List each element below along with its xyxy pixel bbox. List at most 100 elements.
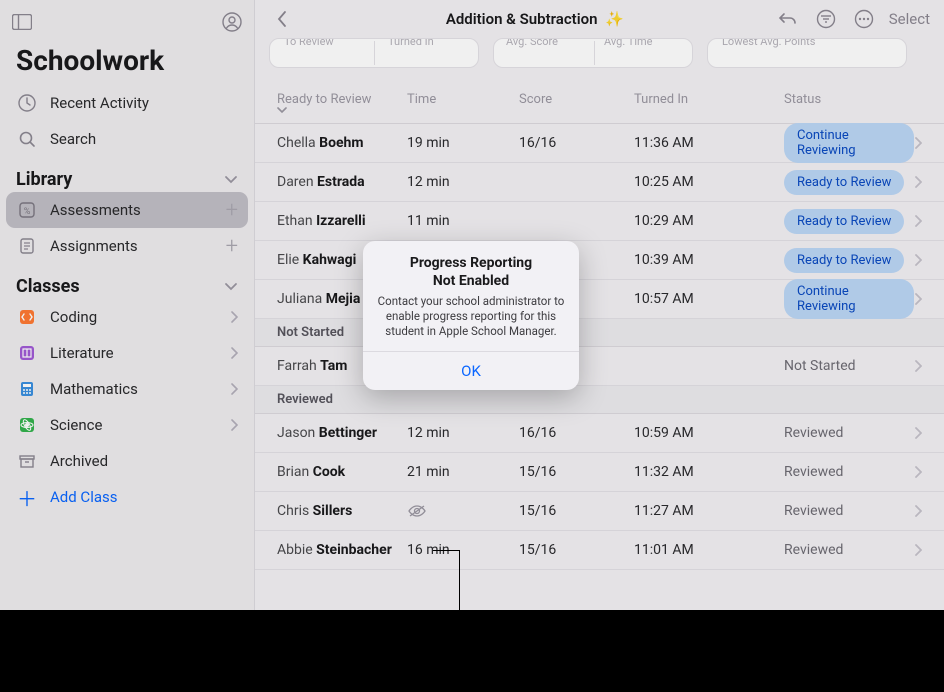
sidebar-item-label: Literature (50, 344, 114, 362)
table-row[interactable]: Ethan Izzarelli11 min10:29 AMReady to Re… (255, 202, 944, 241)
filter-button[interactable] (813, 6, 839, 32)
assignments-icon (16, 237, 38, 255)
status-cell: Not Started (784, 358, 914, 374)
back-button[interactable] (269, 6, 295, 32)
chevron-right-icon (230, 383, 238, 395)
student-name: Chella Boehm (277, 135, 407, 151)
card-label: Avg. Score (506, 38, 558, 48)
status-cell: Reviewed (784, 503, 914, 519)
sidebar-item-label: Recent Activity (50, 94, 149, 112)
status-text: Reviewed (784, 464, 843, 480)
modal-ok-button[interactable]: OK (363, 351, 579, 390)
modal-title: Progress Reporting Not Enabled (377, 255, 565, 290)
sidebar-section-classes[interactable]: Classes (0, 264, 254, 299)
status-pill[interactable]: Continue Reviewing (784, 279, 914, 319)
chevron-right-icon (914, 137, 922, 149)
sidebar-item-label: Science (50, 416, 102, 434)
add-assignment-icon[interactable]: + (226, 234, 238, 259)
sidebar-item-label: Assignments (50, 237, 138, 255)
chevron-right-icon (914, 466, 922, 478)
sidebar-item-mathematics[interactable]: Mathematics (0, 371, 254, 407)
sidebar-item-search[interactable]: Search (0, 121, 254, 157)
table-header-status[interactable]: Status (784, 92, 922, 115)
chevron-right-icon (914, 215, 922, 227)
sidebar-item-literature[interactable]: Literature (0, 335, 254, 371)
chevron-down-icon (224, 175, 238, 185)
sidebar-item-coding[interactable]: Coding (0, 299, 254, 335)
add-assessment-icon[interactable]: + (226, 198, 238, 223)
sidebar-item-label: Add Class (50, 488, 117, 506)
table-row[interactable]: Jason Bettinger12 min16/1610:59 AMReview… (255, 414, 944, 453)
account-icon[interactable] (222, 12, 242, 32)
table-row[interactable]: Abbie Steinbacher16 min15/1611:01 AMRevi… (255, 531, 944, 570)
sidebar-add-class[interactable]: ＋ Add Class (0, 479, 254, 515)
student-name: Chris Sillers (277, 503, 407, 519)
chevron-right-icon (914, 544, 922, 556)
score-cell: 16/16 (519, 135, 634, 151)
summary-cards: To Review Turned In Avg. Score Avg. Time… (255, 38, 944, 68)
modal-title-line: Not Enabled (433, 273, 509, 289)
search-icon (16, 130, 38, 148)
chevron-right-icon (230, 347, 238, 359)
main-panel: Addition & Subtraction ✨ Select To Revie… (255, 0, 944, 610)
table-section-not-started: Farrah TamNot Started (255, 347, 944, 386)
science-icon (16, 416, 38, 434)
table-header-time[interactable]: Time (407, 92, 519, 115)
status-pill[interactable]: Ready to Review (784, 209, 904, 234)
table-row[interactable]: Daren Estrada12 min10:25 AMReady to Revi… (255, 163, 944, 202)
status-text: Reviewed (784, 503, 843, 519)
page-title-text: Addition & Subtraction (446, 10, 598, 28)
table-row[interactable]: Chris Sillers 15/1611:27 AMReviewed (255, 492, 944, 531)
status-pill[interactable]: Continue Reviewing (784, 123, 914, 163)
sidebar-section-library[interactable]: Library (0, 157, 254, 192)
table-row[interactable]: Juliana Mejia10:57 AMContinue Reviewing (255, 280, 944, 319)
status-cell: Ready to Review (784, 248, 914, 273)
summary-card-averages[interactable]: Avg. Score Avg. Time (493, 38, 693, 68)
chevron-down-icon (277, 107, 407, 115)
table-header-score[interactable]: Score (519, 92, 634, 115)
modal-message: Contact your school administrator to ena… (377, 294, 565, 339)
table-row[interactable]: Farrah TamNot Started (255, 347, 944, 386)
turned-in-cell: 10:25 AM (634, 174, 784, 190)
assessments-icon: % (16, 201, 38, 219)
sidebar: Schoolwork Recent Activity Search Librar… (0, 0, 255, 610)
annotation-line (459, 550, 460, 610)
sidebar-item-science[interactable]: Science (0, 407, 254, 443)
status-text: Not Started (784, 358, 856, 374)
score-cell: 15/16 (519, 464, 634, 480)
table-header-ready[interactable]: Ready to Review (277, 92, 407, 115)
modal-title-line: Progress Reporting (410, 255, 532, 271)
undo-button[interactable] (775, 6, 801, 32)
table-header-turned[interactable]: Turned In (634, 92, 784, 115)
sidebar-item-recent-activity[interactable]: Recent Activity (0, 85, 254, 121)
header-label: Ready to Review (277, 92, 371, 107)
plus-icon: ＋ (16, 483, 38, 512)
sidebar-toggle-icon[interactable] (12, 14, 32, 30)
student-name: Abbie Steinbacher (277, 542, 407, 558)
sidebar-item-assignments[interactable]: Assignments + (0, 228, 254, 264)
sidebar-item-label: Search (50, 130, 96, 148)
sparkle-icon: ✨ (605, 10, 624, 28)
student-name: Jason Bettinger (277, 425, 407, 441)
more-button[interactable] (851, 6, 877, 32)
summary-card-review[interactable]: To Review Turned In (269, 38, 479, 68)
sidebar-item-assessments[interactable]: % Assessments + (6, 192, 248, 228)
status-pill[interactable]: Ready to Review (784, 248, 904, 273)
sidebar-item-label: Mathematics (50, 380, 138, 398)
table-row[interactable]: Chella Boehm19 min16/1611:36 AMContinue … (255, 124, 944, 163)
score-cell: 15/16 (519, 503, 634, 519)
turned-in-cell: 11:27 AM (634, 503, 784, 519)
status-pill[interactable]: Ready to Review (784, 170, 904, 195)
select-button[interactable]: Select (889, 10, 930, 28)
time-cell: 21 min (407, 464, 519, 480)
sidebar-item-label: Assessments (50, 201, 141, 219)
status-cell: Ready to Review (784, 209, 914, 234)
table-row[interactable]: Elie Kahwagi10:39 AMReady to Review (255, 241, 944, 280)
time-cell (407, 504, 519, 518)
turned-in-cell: 10:29 AM (634, 213, 784, 229)
table-row[interactable]: Brian Cook21 min15/1611:32 AMReviewed (255, 453, 944, 492)
chevron-right-icon (914, 505, 922, 517)
sidebar-top-items: Recent Activity Search (0, 85, 254, 157)
sidebar-item-archived[interactable]: Archived (0, 443, 254, 479)
summary-card-lowest[interactable]: Lowest Avg. Points (707, 38, 907, 68)
